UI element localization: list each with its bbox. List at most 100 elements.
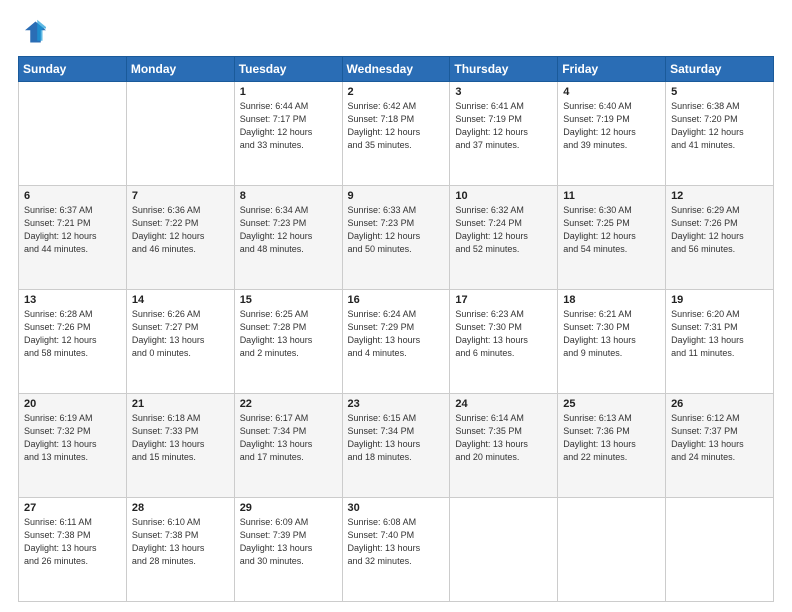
logo bbox=[18, 18, 50, 46]
calendar-cell: 29 Sunrise: 6:09 AM Sunset: 7:39 PM Dayli… bbox=[234, 498, 342, 602]
calendar-cell: 27 Sunrise: 6:11 AM Sunset: 7:38 PM Dayli… bbox=[19, 498, 127, 602]
day-info: Sunrise: 6:11 AM Sunset: 7:38 PM Dayligh… bbox=[24, 516, 121, 568]
day-number: 16 bbox=[348, 294, 445, 306]
day-number: 15 bbox=[240, 294, 337, 306]
day-info: Sunrise: 6:08 AM Sunset: 7:40 PM Dayligh… bbox=[348, 516, 445, 568]
calendar-cell: 19Sunrise: 6:20 AM Sunset: 7:31 PM Dayli… bbox=[666, 290, 774, 394]
calendar-cell: 13 Sunrise: 6:28 AM Sunset: 7:26 PM Dayli… bbox=[19, 290, 127, 394]
calendar-week-row: 27 Sunrise: 6:11 AM Sunset: 7:38 PM Dayli… bbox=[19, 498, 774, 602]
calendar-cell: 22 Sunrise: 6:17 AM Sunset: 7:34 PM Dayli… bbox=[234, 394, 342, 498]
day-number: 9 bbox=[348, 190, 445, 202]
day-info: Sunrise: 6:29 AM Sunset: 7:26 PM Dayligh… bbox=[671, 204, 768, 256]
day-info: Sunrise: 6:41 AM Sunset: 7:19 PM Dayligh… bbox=[455, 100, 552, 152]
calendar-cell: 26 Sunrise: 6:12 AM Sunset: 7:37 PM Dayli… bbox=[666, 394, 774, 498]
day-number: 6 bbox=[24, 190, 121, 202]
calendar-cell bbox=[19, 82, 127, 186]
day-info: Sunrise: 6:40 AM Sunset: 7:19 PM Dayligh… bbox=[563, 100, 660, 152]
day-info: Sunrise: 6:25 AM Sunset: 7:28 PM Dayligh… bbox=[240, 308, 337, 360]
calendar-cell bbox=[558, 498, 666, 602]
day-number: 17 bbox=[455, 294, 552, 306]
calendar-day-header: Monday bbox=[126, 57, 234, 82]
calendar-cell: 30 Sunrise: 6:08 AM Sunset: 7:40 PM Dayli… bbox=[342, 498, 450, 602]
calendar-cell: 15 Sunrise: 6:25 AM Sunset: 7:28 PM Dayli… bbox=[234, 290, 342, 394]
day-info: Sunrise: 6:34 AM Sunset: 7:23 PM Dayligh… bbox=[240, 204, 337, 256]
day-number: 5 bbox=[671, 86, 768, 98]
day-number: 23 bbox=[348, 398, 445, 410]
day-number: 24 bbox=[455, 398, 552, 410]
calendar-cell: 23Sunrise: 6:15 AM Sunset: 7:34 PM Dayli… bbox=[342, 394, 450, 498]
calendar-cell: 6 Sunrise: 6:37 AM Sunset: 7:21 PM Daylig… bbox=[19, 186, 127, 290]
day-number: 29 bbox=[240, 502, 337, 514]
calendar-cell bbox=[450, 498, 558, 602]
day-info: Sunrise: 6:33 AM Sunset: 7:23 PM Dayligh… bbox=[348, 204, 445, 256]
day-info: Sunrise: 6:44 AM Sunset: 7:17 PM Dayligh… bbox=[240, 100, 337, 152]
calendar-cell: 8Sunrise: 6:34 AM Sunset: 7:23 PM Daylig… bbox=[234, 186, 342, 290]
day-number: 26 bbox=[671, 398, 768, 410]
day-number: 30 bbox=[348, 502, 445, 514]
calendar-cell: 1 Sunrise: 6:44 AM Sunset: 7:17 PM Daylig… bbox=[234, 82, 342, 186]
calendar-cell: 25 Sunrise: 6:13 AM Sunset: 7:36 PM Dayli… bbox=[558, 394, 666, 498]
day-number: 11 bbox=[563, 190, 660, 202]
calendar-week-row: 6 Sunrise: 6:37 AM Sunset: 7:21 PM Daylig… bbox=[19, 186, 774, 290]
calendar-day-header: Saturday bbox=[666, 57, 774, 82]
calendar-cell: 28 Sunrise: 6:10 AM Sunset: 7:38 PM Dayli… bbox=[126, 498, 234, 602]
calendar-cell: 3 Sunrise: 6:41 AM Sunset: 7:19 PM Daylig… bbox=[450, 82, 558, 186]
day-info: Sunrise: 6:37 AM Sunset: 7:21 PM Dayligh… bbox=[24, 204, 121, 256]
day-info: Sunrise: 6:24 AM Sunset: 7:29 PM Dayligh… bbox=[348, 308, 445, 360]
day-number: 18 bbox=[563, 294, 660, 306]
calendar-header-row: SundayMondayTuesdayWednesdayThursdayFrid… bbox=[19, 57, 774, 82]
calendar-cell: 17 Sunrise: 6:23 AM Sunset: 7:30 PM Dayli… bbox=[450, 290, 558, 394]
calendar-week-row: 20 Sunrise: 6:19 AM Sunset: 7:32 PM Dayli… bbox=[19, 394, 774, 498]
day-info: Sunrise: 6:36 AM Sunset: 7:22 PM Dayligh… bbox=[132, 204, 229, 256]
calendar-cell: 5Sunrise: 6:38 AM Sunset: 7:20 PM Daylig… bbox=[666, 82, 774, 186]
header bbox=[18, 18, 774, 46]
day-info: Sunrise: 6:18 AM Sunset: 7:33 PM Dayligh… bbox=[132, 412, 229, 464]
calendar-cell: 16 Sunrise: 6:24 AM Sunset: 7:29 PM Dayli… bbox=[342, 290, 450, 394]
calendar-table: SundayMondayTuesdayWednesdayThursdayFrid… bbox=[18, 56, 774, 602]
calendar-cell bbox=[666, 498, 774, 602]
day-number: 21 bbox=[132, 398, 229, 410]
page: SundayMondayTuesdayWednesdayThursdayFrid… bbox=[0, 0, 792, 612]
day-number: 19 bbox=[671, 294, 768, 306]
day-info: Sunrise: 6:32 AM Sunset: 7:24 PM Dayligh… bbox=[455, 204, 552, 256]
day-info: Sunrise: 6:17 AM Sunset: 7:34 PM Dayligh… bbox=[240, 412, 337, 464]
day-info: Sunrise: 6:12 AM Sunset: 7:37 PM Dayligh… bbox=[671, 412, 768, 464]
day-info: Sunrise: 6:09 AM Sunset: 7:39 PM Dayligh… bbox=[240, 516, 337, 568]
calendar-day-header: Sunday bbox=[19, 57, 127, 82]
calendar-cell: 9 Sunrise: 6:33 AM Sunset: 7:23 PM Daylig… bbox=[342, 186, 450, 290]
day-info: Sunrise: 6:28 AM Sunset: 7:26 PM Dayligh… bbox=[24, 308, 121, 360]
day-number: 1 bbox=[240, 86, 337, 98]
day-info: Sunrise: 6:13 AM Sunset: 7:36 PM Dayligh… bbox=[563, 412, 660, 464]
day-number: 14 bbox=[132, 294, 229, 306]
calendar-day-header: Friday bbox=[558, 57, 666, 82]
day-number: 20 bbox=[24, 398, 121, 410]
calendar-day-header: Wednesday bbox=[342, 57, 450, 82]
day-info: Sunrise: 6:10 AM Sunset: 7:38 PM Dayligh… bbox=[132, 516, 229, 568]
day-info: Sunrise: 6:30 AM Sunset: 7:25 PM Dayligh… bbox=[563, 204, 660, 256]
calendar-week-row: 1 Sunrise: 6:44 AM Sunset: 7:17 PM Daylig… bbox=[19, 82, 774, 186]
calendar-day-header: Tuesday bbox=[234, 57, 342, 82]
calendar-cell bbox=[126, 82, 234, 186]
day-number: 28 bbox=[132, 502, 229, 514]
day-number: 2 bbox=[348, 86, 445, 98]
calendar-cell: 20 Sunrise: 6:19 AM Sunset: 7:32 PM Dayli… bbox=[19, 394, 127, 498]
day-number: 22 bbox=[240, 398, 337, 410]
day-info: Sunrise: 6:42 AM Sunset: 7:18 PM Dayligh… bbox=[348, 100, 445, 152]
day-number: 27 bbox=[24, 502, 121, 514]
day-number: 12 bbox=[671, 190, 768, 202]
calendar-cell: 2 Sunrise: 6:42 AM Sunset: 7:18 PM Daylig… bbox=[342, 82, 450, 186]
calendar-day-header: Thursday bbox=[450, 57, 558, 82]
day-number: 3 bbox=[455, 86, 552, 98]
day-number: 10 bbox=[455, 190, 552, 202]
day-info: Sunrise: 6:23 AM Sunset: 7:30 PM Dayligh… bbox=[455, 308, 552, 360]
logo-icon bbox=[18, 18, 46, 46]
day-info: Sunrise: 6:19 AM Sunset: 7:32 PM Dayligh… bbox=[24, 412, 121, 464]
calendar-cell: 10 Sunrise: 6:32 AM Sunset: 7:24 PM Dayli… bbox=[450, 186, 558, 290]
day-number: 13 bbox=[24, 294, 121, 306]
calendar-cell: 11 Sunrise: 6:30 AM Sunset: 7:25 PM Dayli… bbox=[558, 186, 666, 290]
calendar-week-row: 13 Sunrise: 6:28 AM Sunset: 7:26 PM Dayli… bbox=[19, 290, 774, 394]
day-info: Sunrise: 6:21 AM Sunset: 7:30 PM Dayligh… bbox=[563, 308, 660, 360]
day-number: 25 bbox=[563, 398, 660, 410]
calendar-cell: 14Sunrise: 6:26 AM Sunset: 7:27 PM Dayli… bbox=[126, 290, 234, 394]
calendar-cell: 12 Sunrise: 6:29 AM Sunset: 7:26 PM Dayli… bbox=[666, 186, 774, 290]
